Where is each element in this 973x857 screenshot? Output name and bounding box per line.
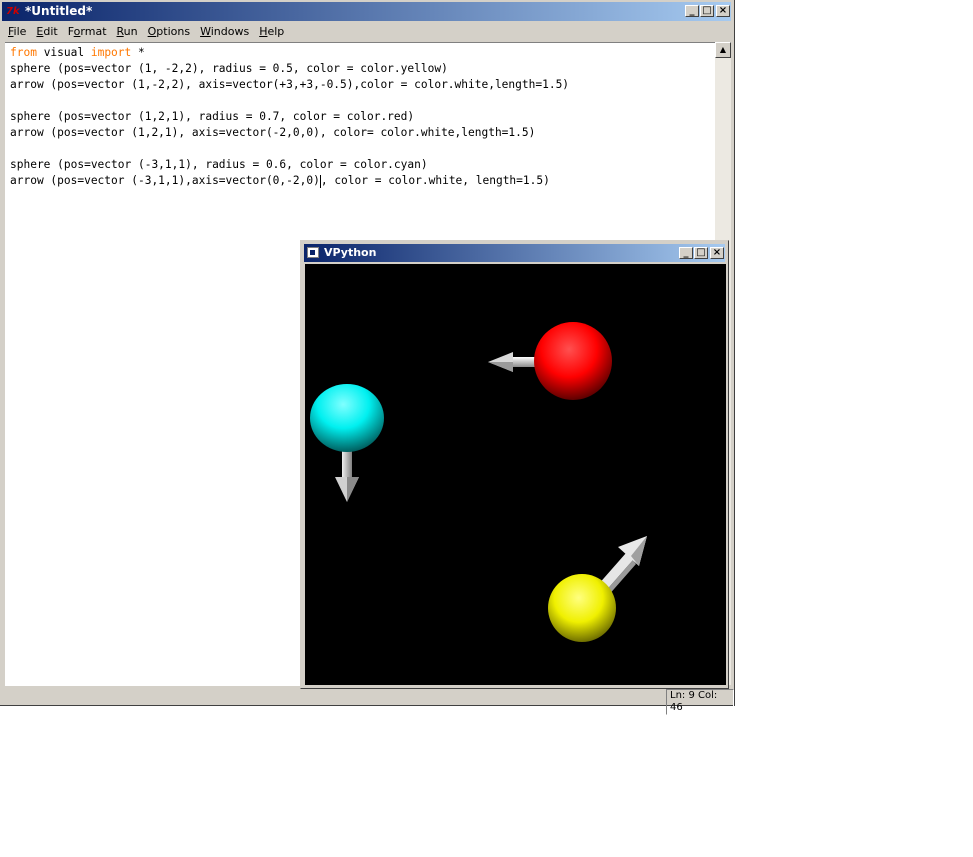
menu-edit[interactable]: Edit xyxy=(31,22,62,41)
vpython-maximize-button[interactable]: □ xyxy=(694,247,708,259)
arrow-red xyxy=(488,352,538,372)
vpython-close-button[interactable]: × xyxy=(710,247,724,259)
editor-title-bar[interactable]: 7k *Untitled* _ □ × xyxy=(2,2,731,21)
tk-icon: 7k xyxy=(6,6,20,17)
3d-scene[interactable] xyxy=(305,264,726,685)
code-text[interactable]: from visual import * sphere (pos=vector (… xyxy=(10,45,569,189)
code-line: arrow (pos=vector (-3,1,1),axis=vector(0… xyxy=(10,174,550,188)
code-line: sphere (pos=vector (1,2,1), radius = 0.7… xyxy=(10,110,415,123)
window-icon xyxy=(307,247,319,258)
editor-title: *Untitled* xyxy=(25,4,93,18)
menu-run[interactable]: Run xyxy=(112,22,143,41)
vpython-title: VPython xyxy=(324,246,377,259)
menu-format[interactable]: Format xyxy=(63,22,112,41)
cursor-position: Ln: 9 Col: 46 xyxy=(666,689,734,715)
maximize-button[interactable]: □ xyxy=(700,5,714,17)
red-sphere xyxy=(534,322,612,400)
vpython-window: VPython _ □ × xyxy=(300,240,729,689)
vpython-minimize-button[interactable]: _ xyxy=(679,247,693,259)
cyan-sphere xyxy=(310,384,384,452)
code-line: sphere (pos=vector (1, -2,2), radius = 0… xyxy=(10,62,448,75)
scene-svg xyxy=(310,322,647,642)
vpython-title-bar[interactable]: VPython _ □ × xyxy=(304,244,725,262)
minimize-button[interactable]: _ xyxy=(685,5,699,17)
menu-windows[interactable]: Windows xyxy=(195,22,254,41)
code-line: sphere (pos=vector (-3,1,1), radius = 0.… xyxy=(10,158,428,171)
scroll-up-icon[interactable]: ▲ xyxy=(715,42,731,58)
code-line: arrow (pos=vector (1,2,1), axis=vector(-… xyxy=(10,126,536,139)
menu-bar: File Edit Format Run Options Windows Help xyxy=(2,22,731,41)
close-button[interactable]: × xyxy=(716,5,730,17)
menu-options[interactable]: Options xyxy=(143,22,195,41)
menu-help[interactable]: Help xyxy=(254,22,289,41)
code-line: from visual import * xyxy=(10,46,145,59)
yellow-sphere xyxy=(548,574,616,642)
code-line: arrow (pos=vector (1,-2,2), axis=vector(… xyxy=(10,78,570,91)
arrow-cyan xyxy=(335,446,359,502)
menu-file[interactable]: File xyxy=(2,22,31,41)
